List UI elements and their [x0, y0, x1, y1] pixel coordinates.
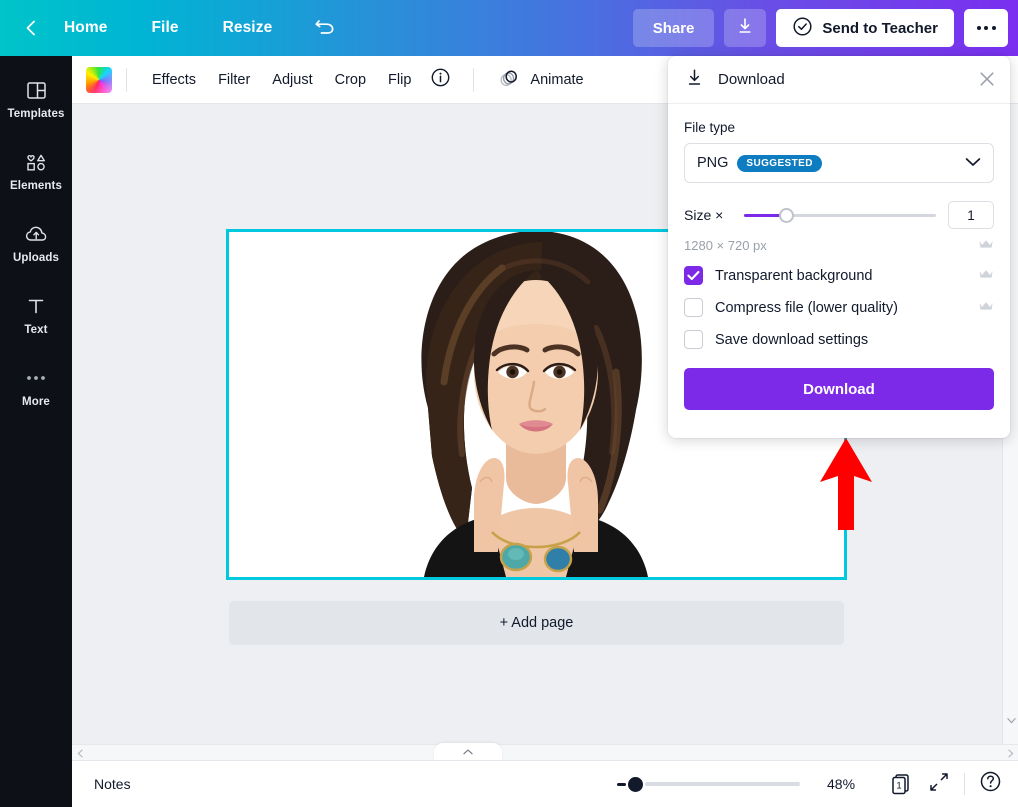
crown-icon [978, 299, 994, 317]
scroll-right-arrow[interactable] [1002, 745, 1018, 761]
scroll-left-arrow[interactable] [72, 745, 88, 761]
dimensions-row: 1280 × 720 px [684, 238, 994, 253]
file-type-value: PNG [697, 155, 728, 171]
add-page-label: + Add page [500, 615, 574, 631]
bottom-status-bar: Notes 48% 1 [72, 760, 1018, 807]
sidebar-label-text: Text [24, 324, 47, 336]
more-options-button[interactable] [964, 9, 1008, 47]
expand-icon [928, 771, 950, 798]
sidebar-label-templates: Templates [8, 108, 65, 120]
ellipsis-icon [24, 366, 48, 390]
bottombar-divider [964, 773, 965, 795]
horizontal-scrollbar[interactable] [72, 744, 1018, 760]
text-icon [25, 294, 47, 318]
toolbar-divider-2 [473, 68, 474, 92]
save-download-settings-checkbox[interactable] [684, 330, 703, 349]
notes-expand-tab[interactable] [434, 743, 502, 760]
notes-button[interactable]: Notes [94, 776, 131, 792]
help-button[interactable] [979, 770, 1002, 798]
chevron-down-icon [965, 154, 981, 172]
dimensions-text: 1280 × 720 px [684, 238, 767, 253]
crown-icon [978, 238, 994, 253]
expand-button[interactable] [928, 771, 950, 798]
transparent-background-label: Transparent background [715, 268, 872, 284]
size-slider-thumb[interactable] [779, 208, 794, 223]
chevron-left-icon [21, 18, 41, 38]
sidebar-label-more: More [22, 396, 50, 408]
size-slider[interactable] [744, 207, 936, 223]
chevron-up-icon [462, 743, 474, 761]
tool-filter[interactable]: Filter [207, 66, 261, 94]
download-panel: Download File type PNG SUGGESTED Size × [668, 56, 1010, 438]
sidebar-item-more[interactable]: More [0, 356, 72, 416]
tool-flip[interactable]: Flip [377, 66, 422, 94]
share-button[interactable]: Share [633, 9, 715, 47]
animate-label: Animate [530, 72, 583, 88]
templates-icon [25, 78, 48, 102]
check-circle-icon [792, 16, 813, 41]
download-icon [684, 67, 705, 93]
size-row: Size × 1 [684, 201, 994, 229]
transparent-background-checkbox[interactable] [684, 266, 703, 285]
info-button[interactable] [422, 63, 459, 97]
page-count-button[interactable]: 1 [888, 771, 914, 797]
checkbox-row-save-settings[interactable]: Save download settings [684, 330, 994, 349]
top-navigation-bar: Home File Resize Share [0, 0, 1018, 56]
add-page-button[interactable]: + Add page [229, 601, 844, 645]
animate-circles-icon [498, 67, 521, 93]
nav-file[interactable]: File [141, 13, 188, 43]
animate-button[interactable]: Animate [488, 61, 593, 99]
size-label: Size × [684, 207, 732, 223]
download-panel-header: Download [668, 56, 1010, 104]
nav-home[interactable]: Home [54, 13, 117, 43]
checkbox-row-compress-file[interactable]: Compress file (lower quality) [684, 298, 994, 317]
save-download-settings-label: Save download settings [715, 332, 868, 348]
tool-adjust[interactable]: Adjust [261, 66, 323, 94]
sidebar-item-elements[interactable]: Elements [0, 140, 72, 200]
sidebar-item-text[interactable]: Text [0, 284, 72, 344]
zoom-slider-track[interactable] [645, 782, 800, 786]
sidebar-label-uploads: Uploads [13, 252, 59, 264]
info-icon [430, 67, 451, 93]
compress-file-checkbox[interactable] [684, 298, 703, 317]
download-toolbar-button[interactable] [724, 9, 766, 47]
tool-crop[interactable]: Crop [324, 66, 377, 94]
ellipsis-icon [977, 26, 996, 30]
send-to-teacher-label: Send to Teacher [822, 20, 938, 37]
zoom-slider[interactable] [617, 777, 800, 792]
zoom-slider-thumb[interactable] [628, 777, 643, 792]
checkbox-row-transparent-background[interactable]: Transparent background [684, 266, 994, 285]
scroll-down-arrow[interactable] [1003, 712, 1018, 728]
download-panel-body: File type PNG SUGGESTED Size × 1 1280 × … [668, 104, 1010, 349]
cloud-upload-icon [24, 222, 49, 246]
download-submit-button[interactable]: Download [684, 368, 994, 410]
left-sidebar: Templates Elements Uploads [0, 56, 72, 807]
elements-icon [24, 150, 48, 174]
rainbow-color-swatch[interactable] [86, 67, 112, 93]
undo-icon [313, 15, 337, 42]
suggested-badge: SUGGESTED [737, 155, 821, 172]
page-number-text: 1 [896, 781, 901, 792]
zoom-percentage: 48% [827, 776, 855, 792]
toolbar-divider [126, 68, 127, 92]
sidebar-item-uploads[interactable]: Uploads [0, 212, 72, 272]
crown-icon [978, 267, 994, 285]
file-type-label: File type [684, 120, 994, 135]
compress-file-label: Compress file (lower quality) [715, 300, 898, 316]
tool-effects[interactable]: Effects [141, 66, 207, 94]
download-panel-title: Download [718, 71, 785, 88]
zoom-out-icon[interactable] [617, 783, 626, 786]
sidebar-label-elements: Elements [10, 180, 62, 192]
close-panel-button[interactable] [978, 70, 996, 93]
file-type-select[interactable]: PNG SUGGESTED [684, 143, 994, 183]
undo-button[interactable] [308, 11, 342, 45]
nav-resize[interactable]: Resize [213, 13, 283, 43]
back-button[interactable] [14, 11, 48, 45]
download-icon [735, 16, 755, 41]
sidebar-item-templates[interactable]: Templates [0, 68, 72, 128]
send-to-teacher-button[interactable]: Send to Teacher [776, 9, 954, 47]
help-icon [979, 770, 1002, 798]
canva-editor-window: Home File Resize Share [0, 0, 1018, 807]
size-value-input[interactable]: 1 [948, 201, 994, 229]
